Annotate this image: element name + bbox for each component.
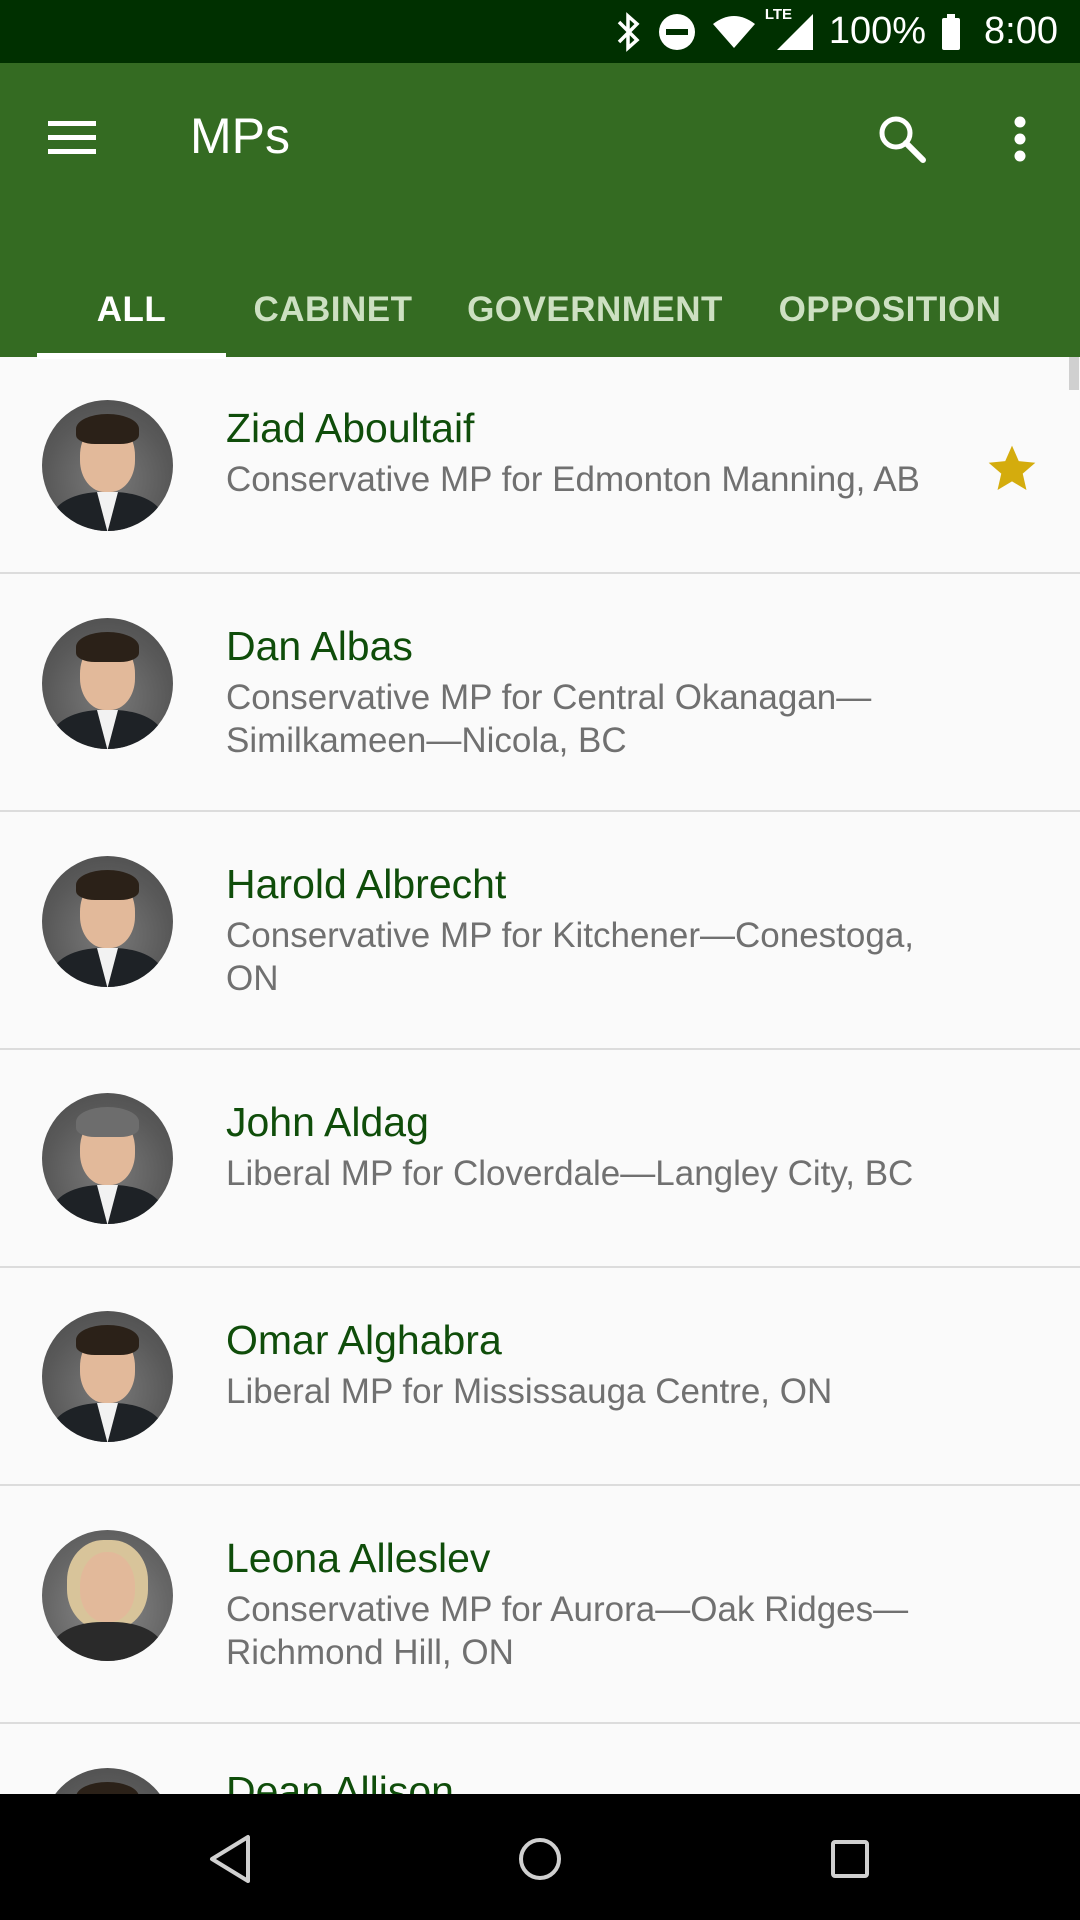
tab-all[interactable]: ALL — [37, 263, 226, 357]
search-icon — [879, 116, 926, 163]
tab-bar: ALL CABINET GOVERNMENT OPPOSITION — [0, 263, 1080, 357]
mp-description: Liberal MP for Mississauga Centre, ON — [226, 1370, 986, 1413]
mp-name: Dan Albas — [226, 623, 413, 669]
scrollbar[interactable] — [1069, 357, 1079, 390]
system-nav-bar — [0, 1794, 1080, 1920]
battery-percent: 100% — [828, 10, 927, 52]
avatar — [42, 618, 173, 749]
star-icon[interactable] — [984, 441, 1040, 497]
bluetooth-icon — [615, 0, 643, 63]
battery-icon — [940, 0, 962, 63]
mp-description-line: Similkameen—Nicola, BC — [226, 721, 627, 760]
mp-description-line: Liberal MP for Cloverdale—Langley City, … — [226, 1154, 914, 1193]
mp-name: Omar Alghabra — [226, 1317, 502, 1363]
mp-description: Conservative MP for Edmonton Manning, AB — [226, 458, 986, 501]
menu-button[interactable] — [40, 111, 104, 163]
mp-description-line: Richmond Hill, ON — [226, 1633, 514, 1672]
mp-description-line: Conservative MP for Kitchener—Conestoga, — [226, 916, 915, 955]
menu-icon — [48, 121, 96, 154]
back-icon — [210, 1835, 250, 1883]
lte-signal-icon: LTE — [765, 0, 815, 63]
mp-description-line: Liberal MP for Mississauga Centre, ON — [226, 1372, 833, 1411]
home-icon — [519, 1838, 561, 1880]
page-title: MPs — [190, 108, 290, 164]
avatar — [42, 400, 173, 531]
avatar — [42, 1530, 173, 1661]
recents-icon — [831, 1840, 869, 1878]
app-bar: MPs ALL CABINET GOVERNMENT OPPOSITION — [0, 63, 1080, 359]
tab-opposition[interactable]: OPPOSITION — [770, 263, 1010, 357]
mp-description-line: Conservative MP for Aurora—Oak Ridges— — [226, 1590, 909, 1629]
clock: 8:00 — [984, 10, 1058, 52]
mp-list-item[interactable]: Dan Albas Conservative MP for Central Ok… — [0, 574, 1080, 812]
mp-list-item[interactable]: Leona Alleslev Conservative MP for Auror… — [0, 1486, 1080, 1724]
wifi-icon — [711, 0, 757, 63]
toolbar: MPs — [0, 63, 1080, 213]
home-button[interactable] — [505, 1824, 575, 1894]
mp-list-item[interactable]: Harold Albrecht Conservative MP for Kitc… — [0, 812, 1080, 1050]
tab-government[interactable]: GOVERNMENT — [466, 263, 724, 357]
more-options-button[interactable] — [990, 103, 1050, 175]
avatar — [42, 1093, 173, 1224]
mp-description: Conservative MP for Kitchener—Conestoga,… — [226, 914, 986, 1000]
back-button[interactable] — [195, 1824, 265, 1894]
more-vert-icon — [1014, 116, 1026, 162]
search-button[interactable] — [866, 103, 938, 175]
mp-list-item[interactable]: Dean Allison — [0, 1724, 1080, 1794]
mp-name: Dean Allison — [226, 1768, 454, 1794]
recents-button[interactable] — [815, 1824, 885, 1894]
lte-label: LTE — [764, 6, 793, 23]
mp-list-item[interactable]: Omar Alghabra Liberal MP for Mississauga… — [0, 1268, 1080, 1486]
mp-list-item[interactable]: John Aldag Liberal MP for Cloverdale—Lan… — [0, 1050, 1080, 1268]
mp-name: Ziad Aboultaif — [226, 405, 475, 451]
avatar — [42, 1311, 173, 1442]
mp-description: Liberal MP for Cloverdale—Langley City, … — [226, 1152, 986, 1195]
status-bar: LTE 100% 8:00 — [0, 0, 1080, 63]
mp-name: Harold Albrecht — [226, 861, 507, 907]
mp-description-line: Conservative MP for Central Okanagan— — [226, 678, 872, 717]
avatar — [42, 856, 173, 987]
mp-description: Conservative MP for Aurora—Oak Ridges— R… — [226, 1588, 986, 1674]
avatar — [42, 1768, 173, 1794]
mp-description: Conservative MP for Central Okanagan— Si… — [226, 676, 986, 762]
do-not-disturb-icon — [657, 0, 697, 63]
mp-name: Leona Alleslev — [226, 1535, 491, 1581]
tab-cabinet[interactable]: CABINET — [244, 263, 422, 357]
mp-list-item[interactable]: Ziad Aboultaif Conservative MP for Edmon… — [0, 357, 1080, 574]
mp-description-line: ON — [226, 959, 279, 998]
mp-name: John Aldag — [226, 1099, 429, 1145]
mp-description-line: Conservative MP for Edmonton Manning, AB — [226, 460, 920, 499]
